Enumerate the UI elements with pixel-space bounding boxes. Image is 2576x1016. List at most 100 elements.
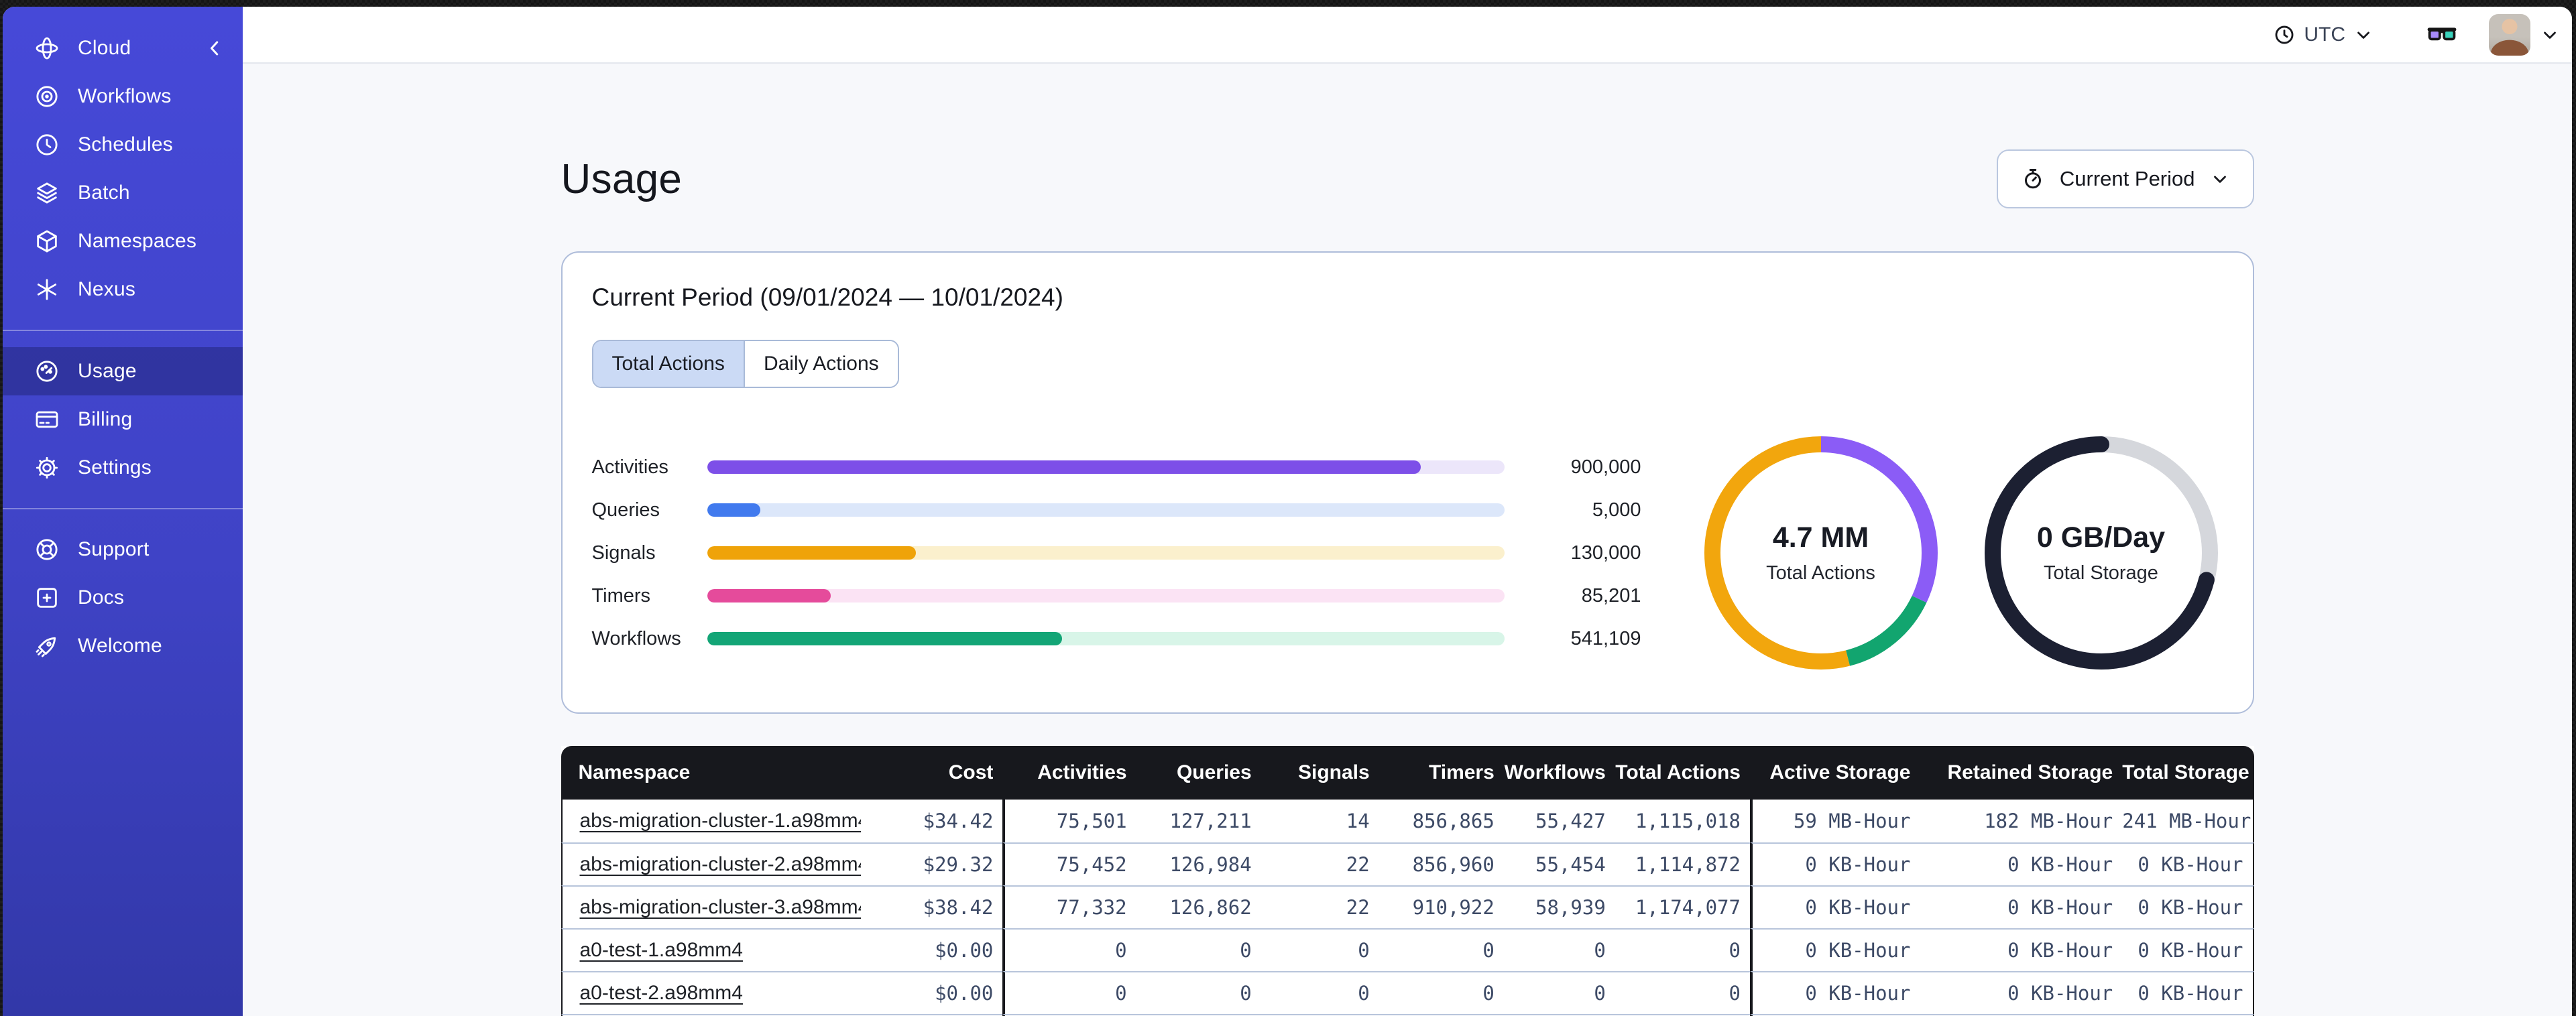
bar-row-queries: Queries 5,000 (592, 498, 1641, 522)
namespace-link[interactable]: abs-migration-cluster-3.a98mm4 (580, 896, 862, 918)
sidebar-collapse-button[interactable] (202, 36, 227, 60)
timezone-selector[interactable]: UTC (2273, 23, 2374, 46)
bar-value: 130,000 (1570, 542, 1641, 564)
cell-retained_storage: 0 KB-Hour (1920, 971, 2123, 1014)
avatar[interactable] (2489, 13, 2530, 56)
cell-cost: $34.42 (923, 810, 994, 832)
bar-label: Queries (591, 499, 660, 521)
cell-namespace: a0-test-2.a98mm4 (561, 971, 862, 1014)
bar-label: Workflows (591, 627, 681, 649)
column-header-signals: Signals (1261, 746, 1379, 800)
cell-namespace: abs-migration-cluster-3.a98mm4 (561, 885, 862, 928)
sidebar-brand-cloud[interactable]: Cloud (3, 24, 243, 72)
sidebar-item-label: Schedules (78, 133, 173, 155)
sidebar-item-label: Docs (78, 586, 125, 609)
sidebar-item-label: Settings (78, 456, 152, 479)
column-header-workflows: Workflows (1503, 746, 1615, 800)
bar-row-activities: Activities 900,000 (592, 455, 1641, 479)
total-actions-value: 4.7 MM (1772, 521, 1869, 554)
bar-row-timers: Timers 85,201 (592, 584, 1641, 608)
sidebar-item-schedules[interactable]: Schedules (3, 121, 243, 169)
sidebar-item-welcome[interactable]: Welcome (3, 622, 243, 670)
sidebar-item-label: Billing (78, 408, 133, 430)
bar-track (707, 589, 1505, 602)
actions-bar-chart: Activities 900,000 Queries 5,000 Signals 130,… (592, 455, 1641, 651)
cell-total_actions: 1,115,018 (1635, 810, 1741, 832)
cell-cost: $38.42 (861, 885, 1003, 928)
card-title: Current Period (09/01/2024 — 10/01/2024) (591, 283, 1063, 311)
cell-total_actions: 0 (1615, 928, 1750, 971)
column-header-retained_storage: Retained Storage (1920, 746, 2123, 800)
chevron-down-icon (2357, 31, 2369, 39)
tab-daily-actions[interactable]: Daily Actions (743, 341, 898, 387)
cell-active_storage: 0 KB-Hour (1749, 842, 1920, 885)
cell-timers: 856,865 (1412, 810, 1495, 832)
namespace-link[interactable]: abs-migration-cluster-2.a98mm4 (580, 853, 862, 875)
cell-total_storage: 0 KB-Hour (2122, 842, 2254, 885)
labs-glasses-button[interactable] (2426, 19, 2458, 51)
cell-workflows: 58,939 (1503, 885, 1615, 928)
namespace-link[interactable]: a0-test-2.a98mm4 (580, 982, 743, 1004)
cell-activities: 75,452 (1002, 842, 1136, 885)
cloud-logo-icon (34, 35, 60, 62)
column-header-total_actions: Total Actions (1615, 746, 1750, 800)
sidebar-item-support[interactable]: Support (3, 525, 243, 574)
chevron-down-icon (2213, 176, 2226, 183)
total-storage-label: Total Storage (2044, 562, 2158, 584)
main-area: UTC Usage Current Period Current Period … (243, 7, 2572, 1016)
account-menu-chevron-down-icon[interactable] (2540, 25, 2560, 45)
schedules-icon (34, 131, 60, 158)
welcome-icon (34, 633, 60, 659)
total-storage-value: 0 GB/Day (2036, 521, 2166, 554)
bar-track (707, 460, 1505, 474)
cell-queries: 126,862 (1136, 885, 1261, 928)
tab-total-actions[interactable]: Total Actions (593, 341, 744, 387)
sidebar-item-usage[interactable]: Usage (3, 347, 243, 395)
cell-namespace: abs-migration-cluster-2.a98mm4 (561, 842, 862, 885)
column-header-cost: Cost (861, 746, 1003, 800)
cell-retained_storage: 0 KB-Hour (1920, 842, 2123, 885)
cell-queries: 126,984 (1136, 842, 1261, 885)
total-actions-donut: 4.7 MM Total Actions (1700, 432, 1942, 674)
glasses-icon (2427, 27, 2457, 40)
cell-cost: $0.00 (861, 971, 1003, 1014)
sidebar-item-label: Namespaces (78, 230, 197, 252)
cell-activities: 0 (1002, 971, 1136, 1014)
docs-icon (34, 584, 60, 611)
cell-retained_storage: 0 KB-Hour (1920, 885, 2123, 928)
support-icon (34, 536, 60, 563)
period-selector-button[interactable]: Current Period (1996, 149, 2254, 208)
donut-charts: 4.7 MM Total Actions 0 GB/Day Total Stor… (1700, 432, 2222, 674)
bar-label: Signals (591, 542, 656, 564)
column-header-timers: Timers (1379, 746, 1504, 800)
sidebar-item-settings[interactable]: Settings (3, 444, 243, 492)
namespace-link[interactable]: abs-migration-cluster-1.a98mm4 (580, 810, 862, 832)
sidebar-item-billing[interactable]: Billing (3, 395, 243, 444)
current-period-card: Current Period (09/01/2024 — 10/01/2024)… (561, 251, 2254, 714)
cell-queries: 0 (1136, 928, 1261, 971)
cell-workflows: 0 (1503, 928, 1615, 971)
bar-track (707, 632, 1505, 645)
sidebar-item-namespaces[interactable]: Namespaces (3, 217, 243, 265)
cell-activities: 0 (1002, 928, 1136, 971)
cell-retained_storage: 182 MB-Hour (1984, 810, 2113, 832)
sidebar-item-nexus[interactable]: Nexus (3, 265, 243, 314)
table-row: a0-test-1.a98mm4 $0.00 0 0 0 0 0 0 0 KB-Hour 0 KB… (561, 928, 2254, 971)
cell-total_storage: 0 KB-Hour (2122, 971, 2254, 1014)
usage-table-wrap: Namespace Cost Activities Queries Signals Tim… (561, 746, 2254, 1016)
sidebar-nav-support: Support Docs Welcome (3, 525, 243, 670)
topbar: UTC (243, 7, 2572, 64)
sidebar-nav-account: Usage Billing Settings (3, 347, 243, 492)
sidebar-item-label: Workflows (78, 85, 172, 107)
page-title: Usage (561, 155, 683, 202)
cell-timers: 910,922 (1379, 885, 1504, 928)
sidebar-item-workflows[interactable]: Workflows (3, 72, 243, 121)
cell-active_storage: 0 KB-Hour (1749, 928, 1920, 971)
sidebar-item-label: Support (78, 538, 150, 560)
namespace-link[interactable]: a0-test-1.a98mm4 (580, 939, 743, 961)
sidebar-item-label: Batch (78, 182, 130, 204)
cell-queries: 0 (1136, 971, 1261, 1014)
bar-value: 541,109 (1570, 627, 1641, 649)
sidebar-item-batch[interactable]: Batch (3, 169, 243, 217)
sidebar-item-docs[interactable]: Docs (3, 574, 243, 622)
